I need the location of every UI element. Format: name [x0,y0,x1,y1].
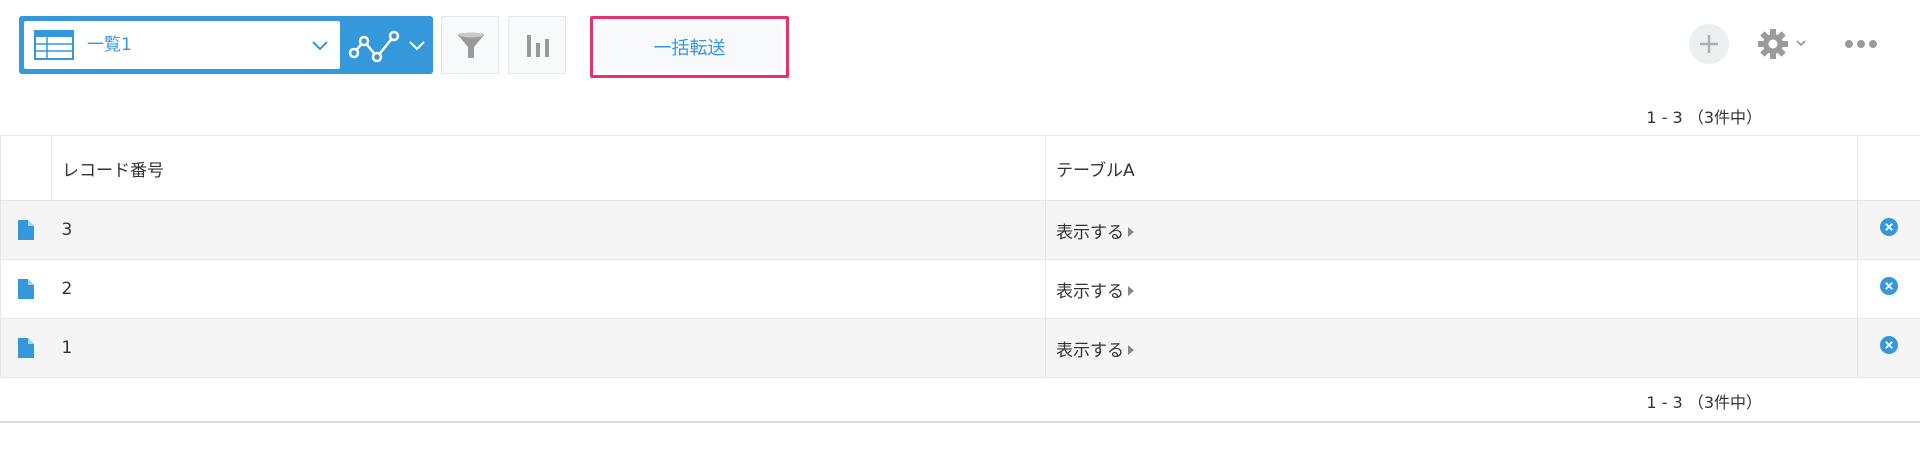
show-table-link[interactable]: 表示する [1056,282,1134,302]
header-action-column [1857,135,1920,201]
divider [0,421,1920,423]
more-options-button[interactable] [1843,32,1879,56]
table-row: 1 表示する [0,318,1920,378]
gear-icon [1758,29,1806,59]
bulk-transfer-label: 一括転送 [597,23,782,71]
show-table-link[interactable]: 表示する [1056,341,1134,361]
filter-button[interactable] [441,16,499,74]
show-table-label: 表示する [1056,281,1124,302]
funnel-icon [458,32,484,58]
show-table-link[interactable]: 表示する [1056,223,1134,243]
header-record-number[interactable]: レコード番号 [51,135,1046,201]
table-icon [34,30,74,60]
chevron-down-icon [312,41,328,51]
document-icon[interactable] [18,279,35,299]
graph-button[interactable] [508,16,566,74]
show-table-label: 表示する [1056,340,1124,361]
expand-arrow-icon [1128,285,1134,296]
bulk-transfer-button[interactable]: 一括転送 [590,16,789,78]
show-table-label: 表示する [1056,222,1124,243]
record-number-cell: 2 [51,259,1046,319]
record-table: レコード番号 テーブルA 3 表示する 2 表示する 1 表示する [0,135,1920,378]
add-record-button[interactable] [1689,24,1729,64]
toolbar: 一覧1 一括転送 [0,0,1920,90]
bar-chart-icon [527,35,549,57]
pager-top: 1 - 3 （3件中） [1646,108,1762,127]
header-icon-column [0,135,52,201]
expand-arrow-icon [1128,344,1134,355]
close-circle-icon[interactable] [1880,218,1898,236]
ellipsis-icon [1845,40,1877,48]
chevron-down-icon[interactable] [407,35,427,55]
line-graph-icon[interactable] [346,21,402,69]
record-number-cell: 1 [51,318,1046,378]
pager-bottom: 1 - 3 （3件中） [1646,393,1762,412]
table-row: 3 表示する [0,200,1920,260]
settings-button[interactable] [1757,26,1813,62]
header-table-a[interactable]: テーブルA [1045,135,1858,201]
close-circle-icon[interactable] [1880,277,1898,295]
view-selector: 一覧1 [19,16,433,74]
view-name: 一覧1 [87,35,132,55]
expand-arrow-icon [1128,226,1134,237]
view-dropdown[interactable]: 一覧1 [24,21,340,69]
table-row: 2 表示する [0,259,1920,319]
close-circle-icon[interactable] [1880,336,1898,354]
plus-icon [1700,35,1718,53]
table-header-row: レコード番号 テーブルA [0,135,1920,201]
record-number-cell: 3 [51,200,1046,260]
document-icon[interactable] [18,338,35,358]
document-icon[interactable] [18,220,35,240]
